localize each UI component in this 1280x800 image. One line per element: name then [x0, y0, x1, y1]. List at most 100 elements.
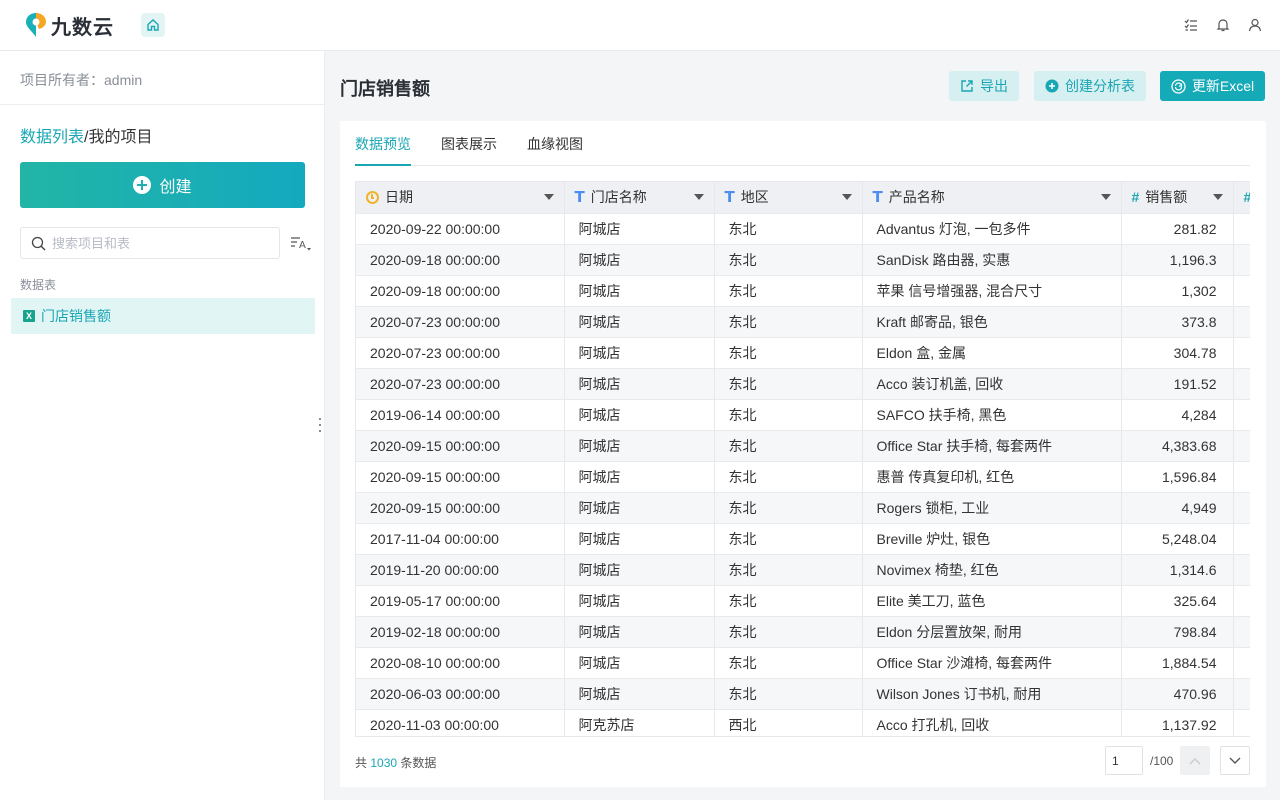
table-row[interactable]: 2019-11-20 00:00:00 阿城店 东北 Novimex 椅垫, 红色 1,… — [356, 554, 1250, 586]
tab-data-preview[interactable]: 数据预览 — [355, 134, 411, 166]
table-cell[interactable]: 2020-09-15 00:00:00 — [356, 430, 565, 462]
table-row[interactable]: 2020-09-15 00:00:00 阿城店 东北 Office Star 扶手椅,… — [356, 430, 1250, 462]
table-cell[interactable]: Rogers 锁柜, 工业 — [862, 492, 1122, 524]
table-row[interactable]: 2020-08-10 00:00:00 阿城店 东北 Office Star 沙滩椅,… — [356, 647, 1250, 679]
table-cell[interactable]: 470.96 — [1121, 678, 1234, 710]
export-button[interactable]: 导出 — [949, 71, 1019, 101]
table-cell[interactable]: 东北 — [714, 523, 863, 555]
column-header-region[interactable]: T 地区 — [714, 182, 863, 214]
table-cell[interactable]: Office Star 沙滩椅, 每套两件 — [862, 647, 1122, 679]
create-analysis-button[interactable]: 创建分析表 — [1034, 71, 1146, 101]
table-cell[interactable]: 苹果 信号增强器, 混合尺寸 — [862, 275, 1122, 307]
table-cell[interactable]: 2020-09-18 00:00:00 — [356, 275, 565, 307]
table-cell[interactable]: 2017-11-04 00:00:00 — [356, 523, 565, 555]
table-cell[interactable]: Breville 炉灶, 银色 — [862, 523, 1122, 555]
table-cell[interactable]: 281.82 — [1121, 213, 1234, 245]
table-cell[interactable]: 1,884.54 — [1121, 647, 1234, 679]
table-row[interactable]: 2020-09-18 00:00:00 阿城店 东北 SanDisk 路由器, 实惠 1… — [356, 244, 1250, 276]
table-cell[interactable]: 4,383.68 — [1121, 430, 1234, 462]
update-excel-button[interactable]: 更新Excel — [1160, 71, 1265, 101]
table-row[interactable]: 2020-07-23 00:00:00 阿城店 东北 Kraft 邮寄品, 银色 373… — [356, 306, 1250, 338]
table-cell[interactable]: Eldon 盒, 金属 — [862, 337, 1122, 369]
table-cell[interactable]: 阿城店 — [564, 585, 715, 617]
page-number-input[interactable] — [1105, 746, 1143, 775]
table-cell[interactable]: 西北 — [714, 709, 863, 736]
table-row[interactable]: 2020-09-15 00:00:00 阿城店 东北 惠普 传真复印机, 红色 1,59… — [356, 461, 1250, 493]
table-cell[interactable]: Acco 打孔机, 回收 — [862, 709, 1122, 736]
table-cell[interactable]: 1,314.6 — [1121, 554, 1234, 586]
table-cell[interactable]: 阿城店 — [564, 368, 715, 400]
table-row[interactable]: 2020-09-22 00:00:00 阿城店 东北 Advantus 灯泡, 一包多… — [356, 213, 1250, 245]
table-cell[interactable]: 东北 — [714, 647, 863, 679]
table-cell[interactable]: 阿城店 — [564, 647, 715, 679]
table-cell[interactable]: 东北 — [714, 430, 863, 462]
table-cell[interactable]: 阿城店 — [564, 399, 715, 431]
table-cell[interactable]: 2020-08-10 00:00:00 — [356, 647, 565, 679]
table-cell[interactable]: 东北 — [714, 306, 863, 338]
table-cell[interactable]: Elite 美工刀, 蓝色 — [862, 585, 1122, 617]
table-cell[interactable]: 阿城店 — [564, 337, 715, 369]
table-cell[interactable]: 阿城店 — [564, 678, 715, 710]
table-cell[interactable]: 191.52 — [1121, 368, 1234, 400]
table-cell[interactable]: 2020-07-23 00:00:00 — [356, 368, 565, 400]
table-cell[interactable]: 阿城店 — [564, 213, 715, 245]
table-cell[interactable]: 2019-05-17 00:00:00 — [356, 585, 565, 617]
table-row[interactable]: 2019-02-18 00:00:00 阿城店 东北 Eldon 分层置放架, 耐用 7… — [356, 616, 1250, 648]
table-cell[interactable]: Novimex 椅垫, 红色 — [862, 554, 1122, 586]
table-cell[interactable]: Advantus 灯泡, 一包多件 — [862, 213, 1122, 245]
table-cell[interactable]: 东北 — [714, 616, 863, 648]
table-cell[interactable]: 东北 — [714, 244, 863, 276]
table-cell[interactable]: Office Star 扶手椅, 每套两件 — [862, 430, 1122, 462]
table-cell[interactable]: 2020-09-18 00:00:00 — [356, 244, 565, 276]
create-button[interactable]: 创建 — [20, 162, 305, 208]
table-cell[interactable]: 阿城店 — [564, 523, 715, 555]
table-row[interactable]: 2020-07-23 00:00:00 阿城店 东北 Eldon 盒, 金属 304.7… — [356, 337, 1250, 369]
table-cell[interactable]: Kraft 邮寄品, 银色 — [862, 306, 1122, 338]
home-button[interactable] — [141, 13, 165, 37]
next-page-button[interactable] — [1220, 746, 1250, 775]
table-cell[interactable]: 2020-07-23 00:00:00 — [356, 306, 565, 338]
table-cell[interactable]: 阿城店 — [564, 306, 715, 338]
column-header-sales[interactable]: # 销售额 — [1121, 182, 1234, 214]
column-header-date[interactable]: 日期 — [356, 182, 565, 214]
table-cell[interactable]: SanDisk 路由器, 实惠 — [862, 244, 1122, 276]
table-cell[interactable]: 1,196.3 — [1121, 244, 1234, 276]
table-cell[interactable]: 阿城店 — [564, 461, 715, 493]
table-cell[interactable]: 2019-11-20 00:00:00 — [356, 554, 565, 586]
table-cell[interactable]: 东北 — [714, 554, 863, 586]
table-row[interactable]: 2020-07-23 00:00:00 阿城店 东北 Acco 装订机盖, 回收 191… — [356, 368, 1250, 400]
table-cell[interactable]: 阿城店 — [564, 492, 715, 524]
table-cell[interactable]: 阿城店 — [564, 244, 715, 276]
table-cell[interactable]: 1,302 — [1121, 275, 1234, 307]
table-row[interactable]: 2020-06-03 00:00:00 阿城店 东北 Wilson Jones 订书机… — [356, 678, 1250, 710]
column-menu-caret-icon[interactable] — [543, 194, 554, 200]
table-row[interactable]: 2019-05-17 00:00:00 阿城店 东北 Elite 美工刀, 蓝色 325… — [356, 585, 1250, 617]
table-row[interactable]: 2020-09-15 00:00:00 阿城店 东北 Rogers 锁柜, 工业 4,9… — [356, 492, 1250, 524]
table-cell[interactable]: Wilson Jones 订书机, 耐用 — [862, 678, 1122, 710]
table-cell[interactable]: 325.64 — [1121, 585, 1234, 617]
column-menu-caret-icon[interactable] — [1100, 194, 1111, 200]
previous-page-button[interactable] — [1180, 746, 1210, 775]
table-cell[interactable]: 东北 — [714, 368, 863, 400]
table-cell[interactable]: 东北 — [714, 585, 863, 617]
table-cell[interactable]: 304.78 — [1121, 337, 1234, 369]
sort-icon[interactable]: A — [290, 235, 312, 253]
table-cell[interactable]: 阿克苏店 — [564, 709, 715, 736]
table-cell[interactable]: 阿城店 — [564, 554, 715, 586]
column-menu-caret-icon[interactable] — [693, 194, 704, 200]
sidebar-resize-handle[interactable] — [318, 418, 322, 432]
column-header-partial[interactable]: # — [1233, 182, 1250, 214]
table-cell[interactable]: 东北 — [714, 461, 863, 493]
tab-lineage-view[interactable]: 血缘视图 — [527, 134, 583, 166]
table-cell[interactable]: 4,284 — [1121, 399, 1234, 431]
table-cell[interactable]: 东北 — [714, 678, 863, 710]
table-cell[interactable]: Acco 装订机盖, 回收 — [862, 368, 1122, 400]
table-cell[interactable]: 东北 — [714, 337, 863, 369]
table-cell[interactable]: 4,949 — [1121, 492, 1234, 524]
app-logo[interactable]: 九数云 — [25, 11, 135, 40]
table-cell[interactable]: 373.8 — [1121, 306, 1234, 338]
table-cell[interactable]: 东北 — [714, 213, 863, 245]
table-cell[interactable]: 2019-02-18 00:00:00 — [356, 616, 565, 648]
table-cell[interactable]: SAFCO 扶手椅, 黑色 — [862, 399, 1122, 431]
table-cell[interactable]: 阿城店 — [564, 616, 715, 648]
